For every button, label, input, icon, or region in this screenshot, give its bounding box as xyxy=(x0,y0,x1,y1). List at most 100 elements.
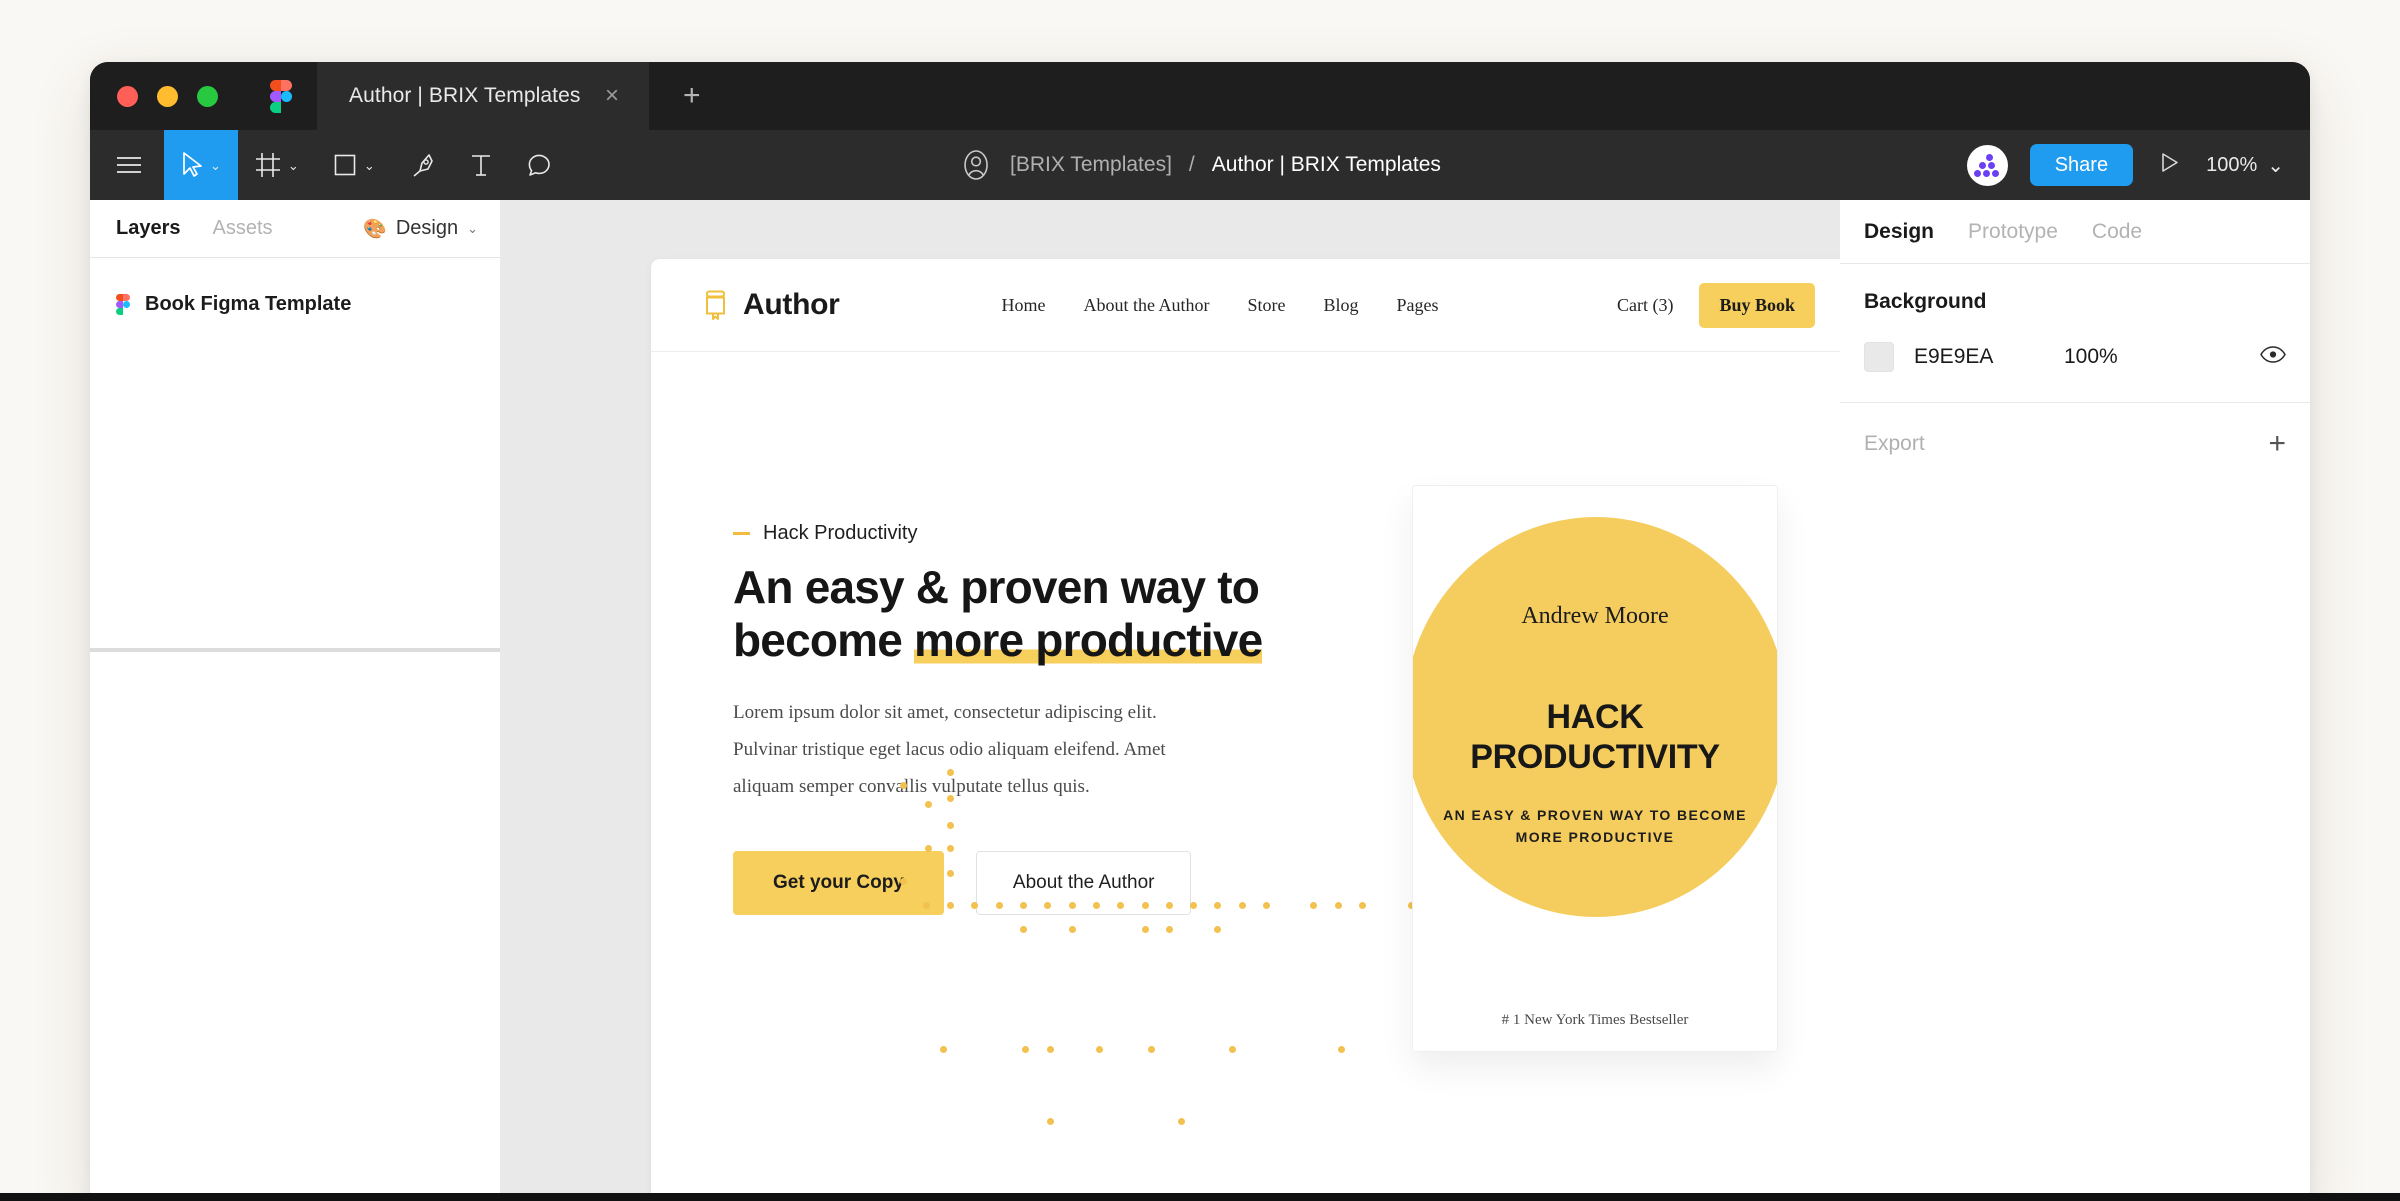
pen-icon xyxy=(413,154,433,177)
play-icon[interactable] xyxy=(2155,152,2184,179)
hero-eyebrow-label: Hack Productivity xyxy=(763,522,918,544)
color-swatch[interactable] xyxy=(1864,342,1894,372)
book-bestseller-label: # 1 New York Times Bestseller xyxy=(1501,1012,1689,1028)
buy-book-button[interactable]: Buy Book xyxy=(1699,282,1815,328)
screen-bottom-edge xyxy=(0,1193,2400,1201)
chevron-down-icon[interactable]: ⌄ xyxy=(210,158,221,174)
page-title: An easy & proven way to become more prod… xyxy=(733,561,1303,668)
layers-list: Book Figma Template xyxy=(90,258,500,652)
shape-tool-button[interactable]: ⌄ xyxy=(316,130,392,200)
close-window-button[interactable] xyxy=(117,85,138,107)
nav-link-home[interactable]: Home xyxy=(1002,295,1046,316)
eye-icon[interactable] xyxy=(2260,346,2286,368)
chevron-down-icon[interactable]: ⌄ xyxy=(288,158,299,174)
canvas-viewport[interactable]: Author Home About the Author Store Blog … xyxy=(500,200,1840,1201)
breadcrumb[interactable]: [BRIX Templates] / Author | BRIX Templat… xyxy=(959,130,1441,200)
figma-app-window: Author | BRIX Templates × + ⌄ ⌄ ⌄ [BRIX … xyxy=(90,62,2310,1201)
document-tab-label: Author | BRIX Templates xyxy=(349,84,581,107)
book-title-line2: PRODUCTIVITY xyxy=(1470,737,1720,776)
palette-icon: 🎨 xyxy=(363,218,387,240)
window-traffic-lights xyxy=(90,85,218,107)
text-t-icon xyxy=(471,155,490,176)
book-subtitle: AN EASY & PROVEN WAY TO BECOME MORE PROD… xyxy=(1443,807,1747,846)
website-nav: Home About the Author Store Blog Pages xyxy=(1002,295,1439,316)
list-item[interactable]: Book Figma Template xyxy=(90,284,500,325)
design-frame[interactable]: Author Home About the Author Store Blog … xyxy=(651,259,1840,1201)
breadcrumb-file[interactable]: Author | BRIX Templates xyxy=(1212,153,1441,177)
website-header-actions: Cart (3) Buy Book xyxy=(1617,282,1815,328)
layers-empty-area xyxy=(90,652,500,1201)
rectangle-icon xyxy=(334,154,356,176)
text-tool-button[interactable] xyxy=(452,130,510,200)
chevron-down-icon: ⌄ xyxy=(467,220,478,236)
figma-logo-icon xyxy=(270,79,292,113)
opacity-input[interactable]: 100% xyxy=(2064,345,2118,369)
brand-logo[interactable]: Author xyxy=(703,288,840,322)
frame-tool-button[interactable]: ⌄ xyxy=(238,130,316,200)
add-export-button[interactable]: + xyxy=(2268,429,2286,459)
tab-assets[interactable]: Assets xyxy=(213,217,273,240)
design-mode-menu[interactable]: 🎨 Design ⌄ xyxy=(363,217,478,241)
tab-design[interactable]: Design xyxy=(1864,220,1934,244)
book-logo-icon xyxy=(706,290,725,320)
maximize-window-button[interactable] xyxy=(197,85,218,107)
document-tab[interactable]: Author | BRIX Templates × xyxy=(317,62,649,130)
design-mode-label: Design xyxy=(395,217,459,239)
book-title: HACK PRODUCTIVITY xyxy=(1413,698,1777,778)
book-cover-card[interactable]: Andrew Moore HACK PRODUCTIVITY AN EASY &… xyxy=(1412,485,1778,1052)
main-menu-button[interactable] xyxy=(90,130,164,200)
tab-prototype[interactable]: Prototype xyxy=(1968,220,2058,244)
multiplayer-avatar[interactable] xyxy=(1966,144,2008,186)
comment-tool-button[interactable] xyxy=(510,130,570,200)
brand-name-label: Author xyxy=(743,288,840,321)
get-your-copy-button[interactable]: Get your Copy xyxy=(733,850,944,915)
hero-heading-line2-highlight: more productive xyxy=(914,614,1263,667)
breadcrumb-separator: / xyxy=(1188,153,1195,176)
nav-link-about-the-author[interactable]: About the Author xyxy=(1084,295,1210,316)
visibility-toggle-icon xyxy=(2260,346,2286,363)
plus-icon[interactable]: + xyxy=(663,81,721,111)
hero-heading-line1: An easy & proven way to xyxy=(733,561,1260,613)
about-the-author-button[interactable]: About the Author xyxy=(975,850,1192,915)
hero-heading-line2-plain: become xyxy=(733,614,915,667)
cart-link[interactable]: Cart (3) xyxy=(1617,295,1673,316)
hamburger-menu-icon xyxy=(117,157,141,173)
tab-strip: Author | BRIX Templates × + xyxy=(317,62,721,130)
chevron-down-icon[interactable]: ⌄ xyxy=(364,158,375,174)
minimize-window-button[interactable] xyxy=(157,85,178,107)
zoom-control[interactable]: 100% ⌄ xyxy=(2206,153,2284,178)
website-header: Author Home About the Author Store Blog … xyxy=(651,259,1840,352)
pen-tool-button[interactable] xyxy=(392,130,452,200)
book-author-name: Andrew Moore xyxy=(1521,603,1669,629)
window-titlebar: Author | BRIX Templates × + xyxy=(90,62,2310,130)
book-title-line1: HACK xyxy=(1546,698,1644,736)
tab-layers[interactable]: Layers xyxy=(116,217,181,240)
figma-file-icon xyxy=(116,294,130,315)
user-avatar-icon xyxy=(964,150,988,180)
hex-value-input[interactable]: E9E9EA xyxy=(1914,345,2064,369)
toolbar-right-group: Share 100% ⌄ xyxy=(1966,130,2284,200)
nav-link-blog[interactable]: Blog xyxy=(1324,295,1359,316)
main-toolbar: ⌄ ⌄ ⌄ [BRIX Templates] / Author | BRIX T… xyxy=(90,130,2310,200)
hero-eyebrow: Hack Productivity xyxy=(733,522,1303,545)
frame-icon xyxy=(255,153,280,177)
left-sidebar: Layers Assets 🎨 Design ⌄ Book Figma Temp… xyxy=(90,200,500,1201)
share-button[interactable]: Share xyxy=(2029,144,2134,186)
layer-name-label: Book Figma Template xyxy=(145,293,352,315)
export-section: Export + xyxy=(1840,403,2310,485)
move-tool-button[interactable]: ⌄ xyxy=(164,130,238,200)
tab-code[interactable]: Code xyxy=(2092,220,2142,244)
screen: Author | BRIX Templates × + ⌄ ⌄ ⌄ [BRIX … xyxy=(0,0,2400,1201)
present-triangle-icon xyxy=(2162,152,2178,172)
hero-section: Hack Productivity An easy & proven way t… xyxy=(651,352,1840,1201)
chevron-down-icon: ⌄ xyxy=(2267,154,2284,177)
background-fill-row: E9E9EA 100% xyxy=(1864,342,2286,372)
nav-link-pages[interactable]: Pages xyxy=(1397,295,1439,316)
app-body: Layers Assets 🎨 Design ⌄ Book Figma Temp… xyxy=(90,200,2310,1201)
nav-link-store[interactable]: Store xyxy=(1248,295,1286,316)
hero-copy: Hack Productivity An easy & proven way t… xyxy=(733,522,1303,915)
breadcrumb-team[interactable]: [BRIX Templates] xyxy=(1010,153,1172,177)
zoom-value: 100% xyxy=(2206,153,2258,176)
cursor-arrow-icon xyxy=(183,152,202,177)
close-icon[interactable]: × xyxy=(599,84,625,108)
